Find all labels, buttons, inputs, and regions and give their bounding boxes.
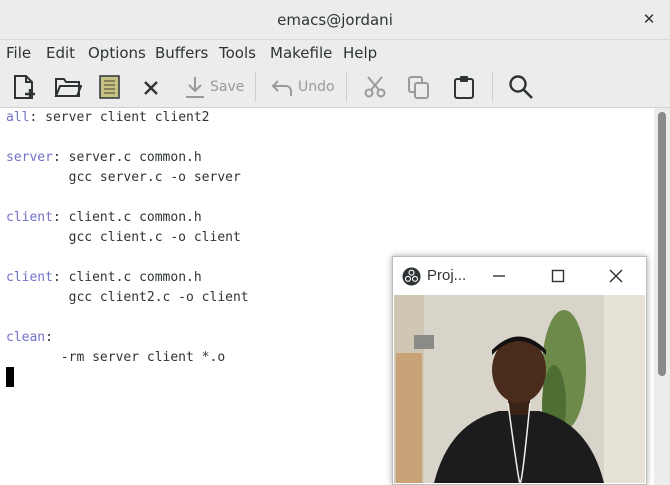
menu-help[interactable]: Help	[343, 44, 377, 62]
kill-buffer-button[interactable]	[142, 73, 160, 101]
code-line: -rm server client *.o	[6, 350, 225, 370]
menu-bar: File Edit Options Buffers Tools Makefile…	[0, 40, 670, 66]
open-folder-icon	[54, 78, 82, 97]
code-line: client: client.c common.h	[6, 210, 202, 225]
webcam-image	[394, 295, 645, 483]
new-file-icon	[14, 75, 35, 99]
toolbar-separator	[492, 72, 493, 102]
toolbar-separator	[255, 72, 256, 102]
paste-button[interactable]	[452, 73, 476, 101]
menu-options[interactable]: Options	[88, 44, 146, 62]
line-text: server client client2	[37, 110, 210, 125]
paste-icon	[454, 76, 474, 99]
open-file-button[interactable]	[54, 73, 82, 101]
menu-file[interactable]: File	[6, 44, 31, 62]
line-text: server.c common.h	[60, 150, 202, 165]
undo-icon	[271, 80, 292, 96]
close-icon	[144, 81, 158, 95]
code-line: client: client.c common.h	[6, 270, 202, 285]
search-icon	[509, 75, 533, 99]
code-line: all: server client client2	[6, 110, 210, 125]
dired-icon	[99, 75, 120, 99]
menu-makefile[interactable]: Makefile	[270, 44, 332, 62]
cut-icon	[364, 76, 386, 98]
minimize-icon[interactable]	[492, 269, 506, 283]
make-target: client	[6, 210, 53, 225]
dired-button[interactable]	[98, 73, 122, 101]
undo-label: Undo	[298, 79, 335, 95]
close-icon[interactable]	[609, 269, 623, 283]
save-icon	[186, 77, 204, 98]
toolbar-separator	[346, 72, 347, 102]
make-target: clean	[6, 330, 46, 345]
projector-window[interactable]: Proj...	[392, 256, 647, 485]
make-target: all	[6, 110, 30, 125]
menu-tools[interactable]: Tools	[219, 44, 256, 62]
code-line: server: server.c common.h	[6, 150, 202, 165]
undo-button[interactable]: Undo	[270, 73, 335, 101]
line-text: gcc client2.c -o client	[6, 290, 249, 305]
save-label: Save	[210, 79, 245, 95]
toolbar: Save Undo	[0, 66, 670, 108]
make-target: client	[6, 270, 53, 285]
save-button[interactable]: Save	[184, 73, 244, 101]
webcam-feed	[394, 295, 645, 483]
line-text: gcc server.c -o server	[6, 170, 241, 185]
new-file-button[interactable]	[11, 73, 37, 101]
code-line: gcc client.c -o client	[6, 230, 241, 250]
copy-button[interactable]	[407, 73, 431, 101]
line-text: -rm server client *.o	[6, 350, 226, 365]
code-line: clean:	[6, 330, 53, 345]
menu-edit[interactable]: Edit	[46, 44, 75, 62]
copy-icon	[408, 76, 429, 99]
window-close-button[interactable]: ✕	[640, 10, 658, 28]
make-target: server	[6, 150, 53, 165]
code-line: gcc server.c -o server	[6, 170, 241, 190]
projector-title: Proj...	[427, 267, 467, 284]
projector-titlebar[interactable]: Proj...	[393, 257, 646, 295]
line-text: client.c common.h	[60, 210, 202, 225]
search-button[interactable]	[508, 73, 534, 101]
scrollbar-thumb[interactable]	[658, 112, 666, 376]
line-text: client.c common.h	[60, 270, 202, 285]
text-cursor	[6, 367, 14, 387]
maximize-icon[interactable]	[551, 269, 565, 283]
code-line: gcc client2.c -o client	[6, 290, 249, 310]
window-title: emacs@jordani	[277, 11, 393, 29]
menu-buffers[interactable]: Buffers	[155, 44, 208, 62]
obs-logo-icon	[402, 267, 421, 286]
window-titlebar: emacs@jordani ✕	[0, 0, 670, 40]
cut-button[interactable]	[363, 73, 387, 101]
line-text: gcc client.c -o client	[6, 230, 241, 245]
